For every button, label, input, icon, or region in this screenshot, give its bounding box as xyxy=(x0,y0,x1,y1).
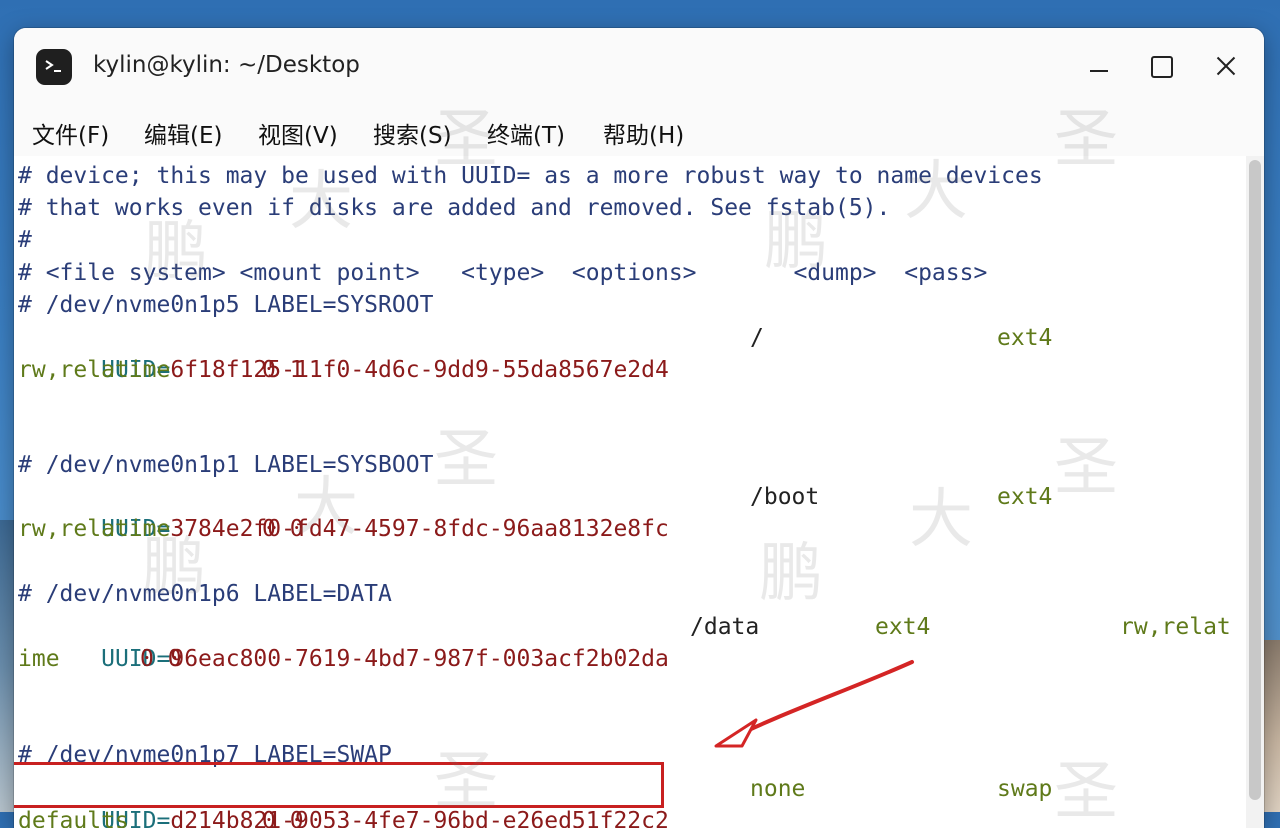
menu-view[interactable]: 视图(V) xyxy=(258,116,338,150)
terminal-app-icon xyxy=(36,49,72,85)
terminal-line: # /dev/nvme0n1p7 LABEL=SWAP xyxy=(18,742,392,768)
fs-type: ext4 xyxy=(997,484,1053,510)
window-title: kylin@kylin: ~/Desktop xyxy=(93,52,360,78)
fs-type: swap xyxy=(997,776,1053,802)
uuid-value: 3784e2f0-fd47-4597-8fdc-96aa8132e8fc xyxy=(170,516,669,542)
terminal-line: # /dev/nvme0n1p5 LABEL=SYSROOT xyxy=(18,292,434,318)
terminal-line: # xyxy=(18,227,32,253)
terminal-window: kylin@kylin: ~/Desktop 文件(F) 编辑(E) 视图(V)… xyxy=(14,28,1264,828)
fs-type: ext4 xyxy=(997,325,1053,351)
menu-help[interactable]: 帮助(H) xyxy=(603,116,684,150)
fs-type: ext4 xyxy=(875,614,931,640)
dump-pass: 0 0 xyxy=(140,646,182,672)
menu-terminal[interactable]: 终端(T) xyxy=(487,116,565,150)
pointer-arrow-icon xyxy=(714,660,914,748)
mount-options-cont: ime xyxy=(18,646,60,672)
terminal-line: UUID=96eac800-7619-4bd7-987f-003acf2b02d… xyxy=(18,611,669,672)
uuid-value: 6f18f125-11f0-4d6c-9dd9-55da8567e2d4 xyxy=(170,357,669,383)
mount-point: /data xyxy=(690,614,760,640)
mount-options: defaults xyxy=(18,808,129,828)
menu-bar: 文件(F) 编辑(E) 视图(V) 搜索(S) 终端(T) 帮助(H) xyxy=(14,106,1264,156)
terminal-line: # /dev/nvme0n1p1 LABEL=SYSBOOT xyxy=(18,452,434,478)
uuid-value: 96eac800-7619-4bd7-987f-003acf2b02da xyxy=(170,646,669,672)
maximize-button[interactable] xyxy=(1144,50,1178,84)
menu-search[interactable]: 搜索(S) xyxy=(373,116,452,150)
dump-pass: 0 1 xyxy=(262,357,304,383)
terminal-line: # device; this may be used with UUID= as… xyxy=(18,163,1043,189)
terminal-line: UUID=d214b821-9053-4fe7-96bd-e26ed51f22c… xyxy=(18,773,669,828)
scrollbar-thumb[interactable] xyxy=(1249,160,1261,800)
terminal-line: UUID=6f18f125-11f0-4d6c-9dd9-55da8567e2d… xyxy=(18,322,669,383)
mount-options: rw,relatime xyxy=(18,357,171,383)
mount-options: rw,relatime xyxy=(18,516,171,542)
menu-file[interactable]: 文件(F) xyxy=(32,116,109,150)
uuid-value: d214b821-9053-4fe7-96bd-e26ed51f22c2 xyxy=(170,808,669,828)
title-bar[interactable]: kylin@kylin: ~/Desktop xyxy=(14,28,1264,106)
close-button[interactable] xyxy=(1209,50,1243,84)
scrollbar[interactable] xyxy=(1246,156,1264,828)
mount-options: rw,relat xyxy=(1120,614,1231,640)
desktop-edge-right xyxy=(1262,640,1280,812)
terminal-line: # <file system> <mount point> <type> <op… xyxy=(18,260,988,286)
dump-pass: 0 0 xyxy=(262,516,304,542)
mount-point: /boot xyxy=(750,484,820,510)
menu-edit[interactable]: 编辑(E) xyxy=(144,116,222,150)
terminal-line: UUID=3784e2f0-fd47-4597-8fdc-96aa8132e8f… xyxy=(18,481,669,542)
mount-point: none xyxy=(750,776,806,802)
minimize-button[interactable] xyxy=(1082,50,1116,84)
mount-point: / xyxy=(750,325,764,351)
dump-pass: 0 0 xyxy=(262,808,304,828)
terminal-line: # /dev/nvme0n1p6 LABEL=DATA xyxy=(18,581,392,607)
terminal-content[interactable]: # device; this may be used with UUID= as… xyxy=(14,156,1264,828)
terminal-line: # that works even if disks are added and… xyxy=(18,195,891,221)
terminal-prompt-icon xyxy=(45,60,61,72)
